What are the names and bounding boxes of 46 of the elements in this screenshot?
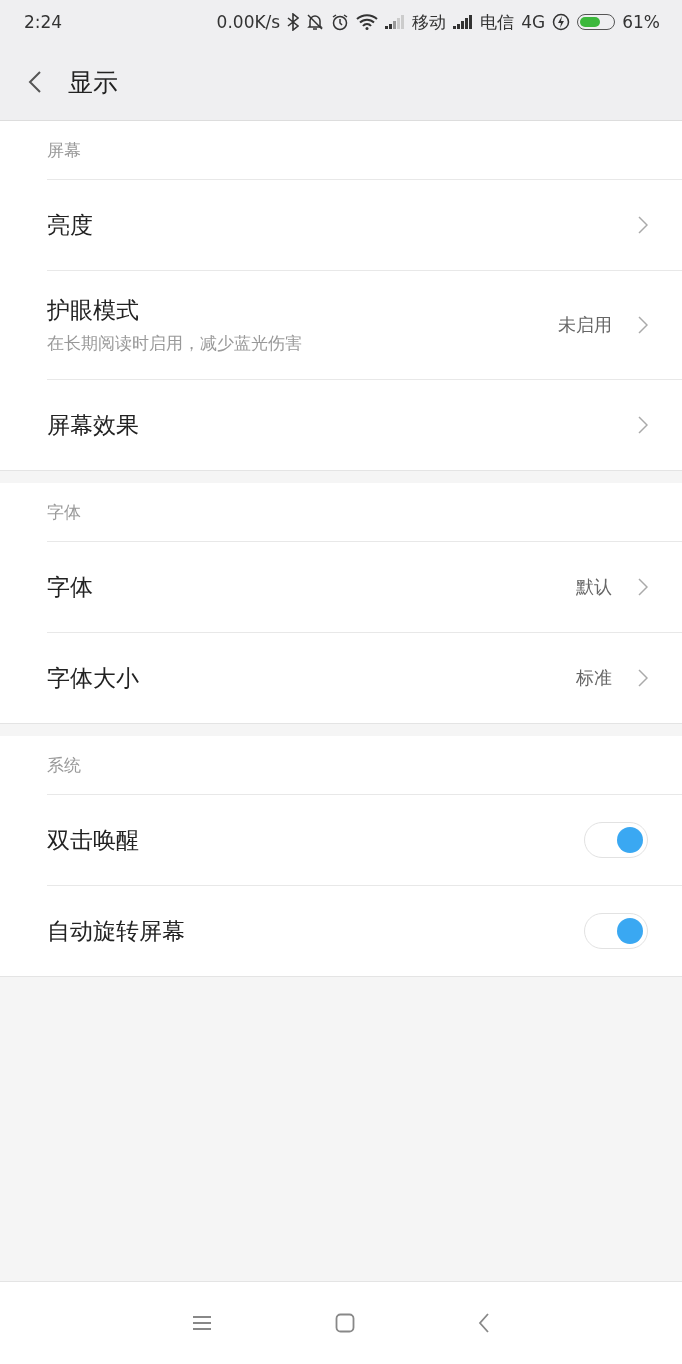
network-speed: 0.00K/s bbox=[216, 12, 281, 32]
row-description: 在长期阅读时启用，减少蓝光伤害 bbox=[47, 332, 303, 355]
status-time: 2:24 bbox=[24, 12, 63, 32]
menu-icon[interactable] bbox=[191, 1315, 212, 1331]
settings-row[interactable]: 字体 默认 bbox=[47, 541, 682, 632]
charging-icon bbox=[552, 13, 571, 31]
settings-row[interactable]: 亮度 bbox=[47, 179, 682, 270]
toggle-switch[interactable] bbox=[584, 913, 648, 949]
settings-row[interactable]: 护眼模式 在长期阅读时启用，减少蓝光伤害 未启用 bbox=[47, 270, 682, 379]
back-icon[interactable] bbox=[478, 1313, 491, 1333]
section-title: 系统 bbox=[47, 753, 81, 777]
chevron-icon bbox=[638, 669, 648, 687]
back-icon[interactable] bbox=[28, 70, 42, 94]
row-label: 字体 bbox=[47, 572, 94, 602]
chevron-icon bbox=[638, 578, 648, 596]
home-icon[interactable] bbox=[335, 1313, 355, 1333]
row-label: 屏幕效果 bbox=[47, 410, 140, 440]
row-label: 字体大小 bbox=[47, 663, 140, 693]
settings-row[interactable]: 自动旋转屏幕 bbox=[47, 885, 682, 976]
row-label: 护眼模式 bbox=[47, 296, 140, 325]
bluetooth-icon bbox=[287, 13, 300, 31]
row-value: 未启用 bbox=[558, 313, 612, 337]
settings-row[interactable]: 字体大小 标准 bbox=[47, 632, 682, 723]
wifi-icon bbox=[356, 14, 379, 30]
signal-icon bbox=[385, 15, 406, 29]
row-value: 标准 bbox=[576, 666, 612, 690]
page-title: 显示 bbox=[68, 66, 118, 99]
row-label: 亮度 bbox=[47, 210, 94, 240]
chevron-icon bbox=[638, 316, 648, 334]
settings-row[interactable]: 双击唤醒 bbox=[47, 794, 682, 885]
settings-row[interactable]: 屏幕效果 bbox=[47, 379, 682, 470]
chevron-icon bbox=[638, 216, 648, 234]
signal-icon bbox=[453, 15, 474, 29]
chevron-icon bbox=[638, 416, 648, 434]
section-title: 字体 bbox=[47, 500, 81, 524]
carrier-name: 移动 bbox=[412, 10, 447, 34]
row-value: 默认 bbox=[576, 575, 612, 599]
muted-bell-icon bbox=[306, 13, 325, 31]
carrier-name: 电信 bbox=[480, 10, 515, 34]
alarm-icon bbox=[331, 13, 350, 31]
toggle-switch[interactable] bbox=[584, 822, 648, 858]
section-title: 屏幕 bbox=[47, 138, 81, 162]
network-type: 4G bbox=[521, 12, 546, 32]
battery-percent: 61% bbox=[622, 12, 660, 32]
row-label: 双击唤醒 bbox=[47, 825, 140, 855]
row-label: 自动旋转屏幕 bbox=[47, 916, 186, 946]
